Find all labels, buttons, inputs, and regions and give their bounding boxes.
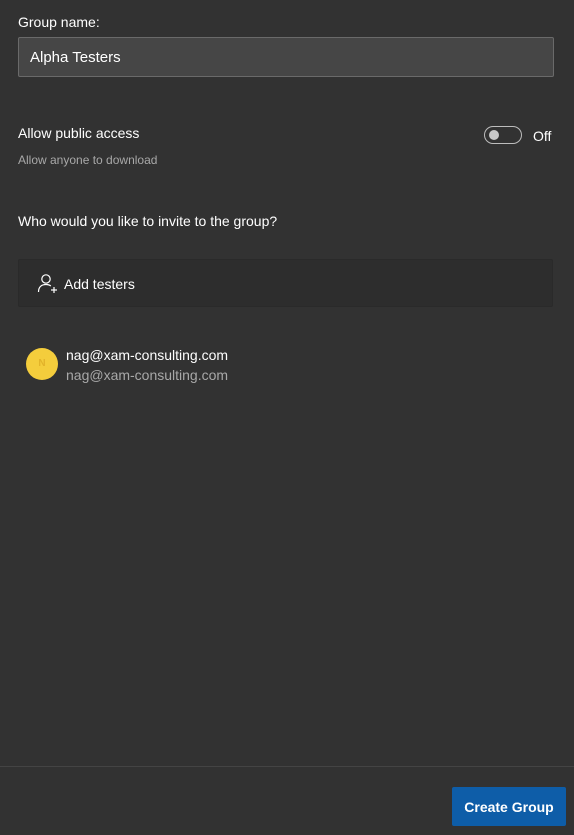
tester-list-item: N nag@xam-consulting.com nag@xam-consult…: [18, 340, 554, 388]
public-access-state-label: Off: [533, 128, 552, 144]
invite-question: Who would you like to invite to the grou…: [18, 213, 278, 229]
tester-name: nag@xam-consulting.com: [66, 347, 229, 363]
create-group-panel: Group name: Allow public access Allow an…: [0, 0, 574, 835]
avatar: N: [26, 348, 58, 380]
footer-divider: [0, 766, 574, 767]
public-access-subtitle: Allow anyone to download: [18, 153, 158, 167]
add-testers-button[interactable]: Add testers: [18, 259, 553, 307]
public-access-toggle[interactable]: [484, 126, 522, 144]
add-user-icon: [37, 274, 57, 293]
public-access-title: Allow public access: [18, 125, 140, 141]
add-testers-label: Add testers: [64, 276, 135, 292]
create-group-button[interactable]: Create Group: [452, 787, 566, 826]
toggle-knob: [489, 130, 499, 140]
group-name-input[interactable]: [18, 37, 554, 77]
group-name-label: Group name:: [18, 14, 100, 30]
tester-email: nag@xam-consulting.com: [66, 367, 229, 383]
